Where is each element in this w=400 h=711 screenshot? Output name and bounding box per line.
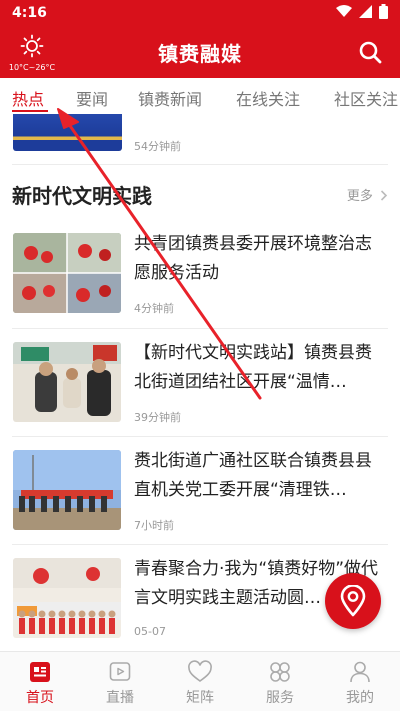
tab-community-focus[interactable]: 社区关注 bbox=[334, 86, 398, 110]
nav-matrix[interactable]: 矩阵 bbox=[160, 652, 240, 711]
more-label: 更多 bbox=[346, 189, 373, 204]
nav-profile[interactable]: 我的 bbox=[320, 652, 400, 711]
battery-icon bbox=[379, 4, 388, 19]
status-icons bbox=[336, 4, 388, 19]
news-title: 共青团镇赉县委开展环境整治志愿服务活动 bbox=[134, 234, 372, 283]
section-header: 新时代文明实践 更多 bbox=[0, 176, 400, 216]
news-thumbnail bbox=[13, 558, 121, 638]
divider bbox=[12, 164, 388, 165]
news-item[interactable]: 赉北街道广通社区联合镇赉县县直机关党工委开展“清理铁… 7小时前 bbox=[0, 445, 400, 553]
divider bbox=[12, 436, 388, 437]
nav-live[interactable]: 直播 bbox=[80, 652, 160, 711]
news-thumbnail bbox=[13, 450, 121, 530]
tab-hot[interactable]: 热点 bbox=[12, 86, 44, 110]
more-link[interactable]: 更多 bbox=[347, 185, 388, 204]
channel-tabs: 热点 要闻 镇赉新闻 在线关注 社区关注 bbox=[0, 78, 400, 114]
nav-live-label: 直播 bbox=[106, 690, 134, 706]
nav-service-label: 服务 bbox=[266, 690, 294, 706]
app-header: 4:16 10°C~26°C 镇赉融媒 bbox=[0, 0, 400, 78]
user-icon bbox=[350, 661, 370, 683]
nav-matrix-label: 矩阵 bbox=[186, 690, 214, 706]
news-thumbnail bbox=[13, 233, 121, 313]
grid-icon bbox=[270, 662, 290, 682]
chevron-right-icon bbox=[380, 190, 388, 201]
news-title: 【新时代文明实践站】镇赉县赉北街道团结社区开展“温情… bbox=[134, 343, 372, 392]
location-fab[interactable] bbox=[325, 573, 381, 629]
app-title: 镇赉融媒 bbox=[158, 42, 242, 66]
news-time: 7小时前 bbox=[134, 519, 174, 532]
status-time: 4:16 bbox=[12, 5, 47, 21]
divider bbox=[12, 544, 388, 545]
news-time: 05-07 bbox=[134, 625, 166, 638]
tab-news[interactable]: 要闻 bbox=[76, 86, 108, 110]
news-item[interactable]: 共青团镇赉县委开展环境整治志愿服务活动 4分钟前 bbox=[0, 228, 400, 336]
news-thumbnail bbox=[13, 114, 122, 151]
search-icon[interactable] bbox=[358, 40, 382, 64]
news-item[interactable]: 【新时代文明实践站】镇赉县赉北街道团结社区开展“温情… 39分钟前 bbox=[0, 337, 400, 445]
tab-online-focus[interactable]: 在线关注 bbox=[236, 86, 300, 110]
tab-local-news[interactable]: 镇赉新闻 bbox=[138, 86, 202, 110]
location-pin-icon bbox=[340, 585, 366, 617]
nav-home[interactable]: 首页 bbox=[0, 652, 80, 711]
active-tab-indicator bbox=[12, 110, 48, 112]
nav-home-label: 首页 bbox=[26, 690, 54, 706]
section-title: 新时代文明实践 bbox=[12, 184, 152, 208]
news-time: 54分钟前 bbox=[134, 140, 181, 153]
nav-service[interactable]: 服务 bbox=[240, 652, 320, 711]
news-feed[interactable]: 54分钟前 新时代文明实践 更多 共青团镇赉县委开展环境整治志愿服务活动 4分钟… bbox=[0, 114, 400, 651]
nav-profile-label: 我的 bbox=[346, 690, 374, 706]
news-time: 4分钟前 bbox=[134, 302, 174, 315]
news-title: 赉北街道广通社区联合镇赉县县直机关党工委开展“清理铁… bbox=[134, 451, 372, 500]
live-icon bbox=[109, 662, 131, 681]
news-item-partial[interactable]: 54分钟前 bbox=[0, 114, 400, 164]
heart-icon bbox=[188, 660, 212, 682]
wifi-icon bbox=[336, 5, 352, 17]
divider bbox=[12, 328, 388, 329]
bottom-nav: 首页 直播 矩阵 服务 我的 bbox=[0, 651, 400, 711]
signal-icon bbox=[359, 5, 372, 18]
news-thumbnail bbox=[13, 342, 121, 422]
home-icon bbox=[30, 662, 50, 682]
news-time: 39分钟前 bbox=[134, 411, 181, 424]
